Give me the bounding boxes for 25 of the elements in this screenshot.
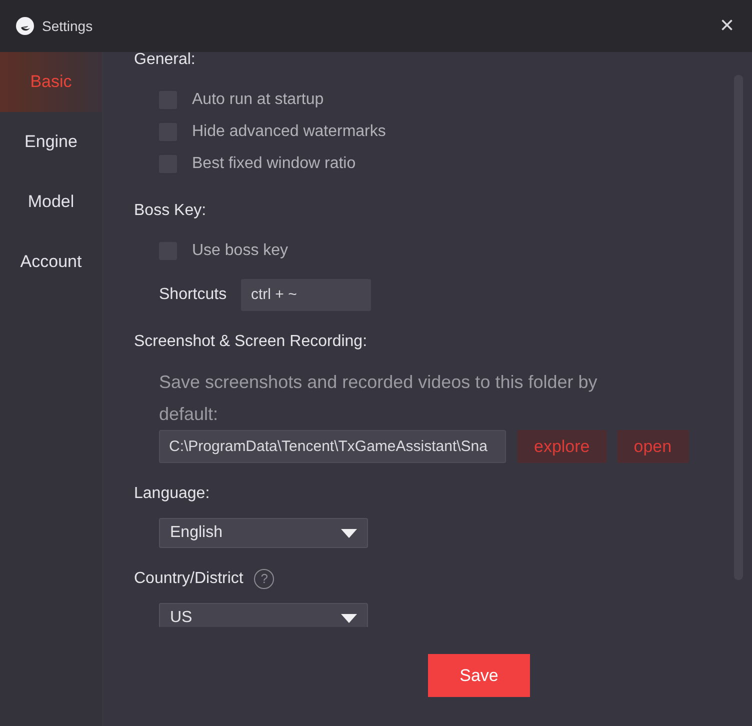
shortcut-field[interactable]: ctrl + ~ [241,279,371,311]
dropdown[interactable]: English [159,518,368,548]
window-title: Settings [42,16,93,36]
dropdown[interactable]: US [159,603,368,627]
caret-icon [341,614,357,622]
checkbox-label: Best fixed window ratio [192,154,356,174]
section-heading: Boss Key: [134,201,206,221]
app-logo-icon [16,17,34,35]
checkbox-label: Hide advanced watermarks [192,122,386,142]
field-label: Shortcuts [159,285,228,305]
save-button[interactable]: Save [428,654,530,697]
section-heading: General: [134,52,196,70]
close-button[interactable]: × [718,14,736,38]
description-text: Save screenshots and recorded videos to this folder by default: [159,371,598,426]
help-icon[interactable]: ? [254,569,274,589]
caret-icon [341,528,357,538]
sidebar-tab[interactable]: Engine [0,112,102,172]
section-heading: Screenshot & Screen Recording: [134,332,368,352]
checkbox-label: Auto run at startup [192,90,324,110]
sidebar-tab[interactable]: Model [0,172,102,232]
sidebar-tab[interactable]: Account [0,232,102,292]
section-heading: Language: [134,484,210,504]
folder-path-field[interactable]: C:\ProgramData\Tencent\TxGameAssistant\Sna [159,430,506,463]
checkbox-label: Use boss key [192,241,288,261]
section-heading: Country/District [134,569,244,589]
